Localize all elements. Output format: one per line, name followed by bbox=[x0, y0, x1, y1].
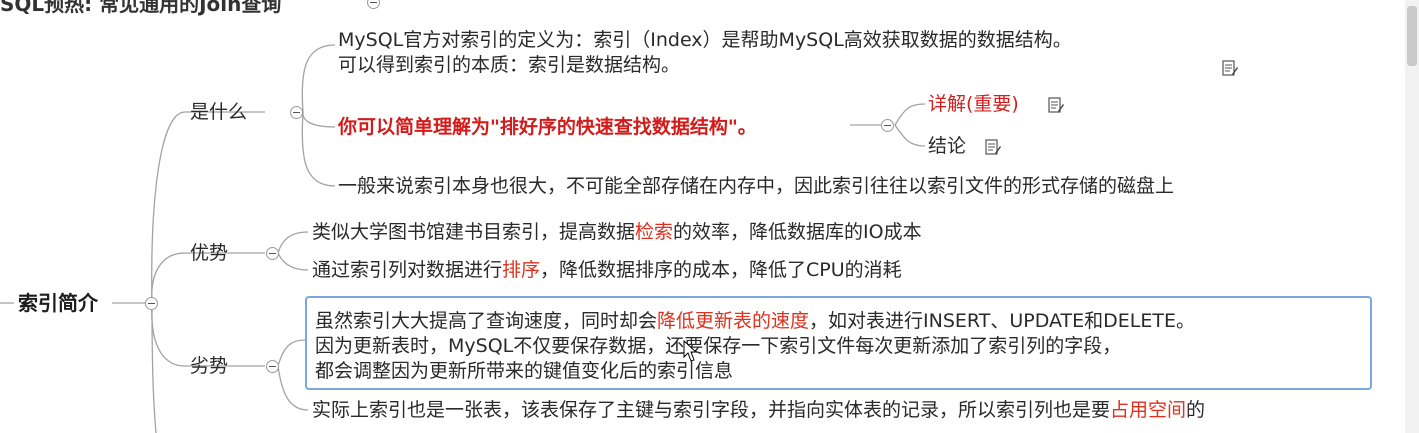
branch-advantages-label[interactable]: 优势 bbox=[190, 242, 228, 264]
scrollbar-thumb[interactable] bbox=[1407, 6, 1417, 66]
disadvantage-2-text-before: 实际上索引也是一张表，该表保存了主键与索引字段，并指向实体表的记录，所以索引列也… bbox=[312, 399, 1111, 421]
disadvantage-1-line2: 因为更新表时，MySQL不仅要保存数据，还要保存一下索引文件每次更新添加了索引列… bbox=[315, 335, 1122, 357]
what-definition-line1[interactable]: MySQL官方对索引的定义为：索引（Index）是帮助MySQL高效获取数据的数… bbox=[338, 29, 1072, 51]
advantage-1-highlight: 检索 bbox=[635, 221, 674, 243]
advantage-1-text-after: 的效率，降低数据库的IO成本 bbox=[673, 221, 922, 243]
disadvantage-1-text-before: 虽然索引大大提高了查询速度，同时却会 bbox=[315, 310, 658, 332]
note-icon[interactable] bbox=[1222, 60, 1238, 78]
branch-disadvantages-toggle[interactable] bbox=[266, 360, 279, 373]
cursor-icon bbox=[683, 340, 697, 362]
branch-disadvantages-label[interactable]: 劣势 bbox=[190, 355, 228, 377]
disadvantage-1-text-after: ，如对表进行INSERT、UPDATE和DELETE。 bbox=[809, 310, 1195, 332]
disadvantage-1-highlight: 降低更新表的速度 bbox=[657, 310, 810, 332]
advantage-item-1[interactable]: 类似大学图书馆建书目索引，提高数据检索的效率，降低数据库的IO成本 bbox=[312, 221, 922, 243]
advantage-1-text-before: 类似大学图书馆建书目索引，提高数据 bbox=[312, 221, 636, 243]
advantage-item-2[interactable]: 通过索引列对数据进行排序，降低数据排序的成本，降低了CPU的消耗 bbox=[312, 259, 902, 281]
detail-important-label[interactable]: 详解(重要) bbox=[928, 93, 1019, 115]
disadvantage-item-2[interactable]: 实际上索引也是一张表，该表保存了主键与索引字段，并指向实体表的记录，所以索引列也… bbox=[312, 399, 1205, 421]
branch-what-toggle[interactable] bbox=[290, 106, 303, 119]
key-point-toggle[interactable] bbox=[881, 119, 894, 132]
what-key-point[interactable]: 你可以简单理解为"排好序的快速查找数据结构"。 bbox=[338, 116, 757, 138]
what-storage-note[interactable]: 一般来说索引本身也很大，不可能全部存储在内存中，因此索引往往以索引文件的形式存储… bbox=[338, 175, 1174, 197]
what-definition-line2[interactable]: 可以得到索引的本质：索引是数据结构。 bbox=[338, 54, 680, 76]
disadvantage-2-text-after: 的 bbox=[1186, 399, 1206, 421]
advantage-2-text-after: ，降低数据排序的成本，降低了CPU的消耗 bbox=[540, 259, 902, 281]
disadvantage-1-line3: 都会调整因为更新所带来的键值变化后的索引信息 bbox=[315, 360, 734, 382]
conclusion-label[interactable]: 结论 bbox=[928, 135, 966, 157]
disadvantage-2-highlight: 占用空间 bbox=[1110, 399, 1187, 421]
advantage-2-highlight: 排序 bbox=[502, 259, 541, 281]
disadvantage-1-line1: 虽然索引大大提高了查询速度，同时却会降低更新表的速度，如对表进行INSERT、U… bbox=[315, 310, 1195, 332]
branch-what-label[interactable]: 是什么 bbox=[190, 101, 247, 123]
note-icon[interactable] bbox=[985, 139, 1001, 157]
branch-advantages-toggle[interactable] bbox=[266, 247, 279, 260]
advantage-2-text-before: 通过索引列对数据进行 bbox=[312, 259, 503, 281]
root-topic-label[interactable]: 索引简介 bbox=[18, 292, 98, 314]
note-icon[interactable] bbox=[1048, 97, 1064, 115]
root-collapse-toggle[interactable] bbox=[145, 297, 158, 310]
